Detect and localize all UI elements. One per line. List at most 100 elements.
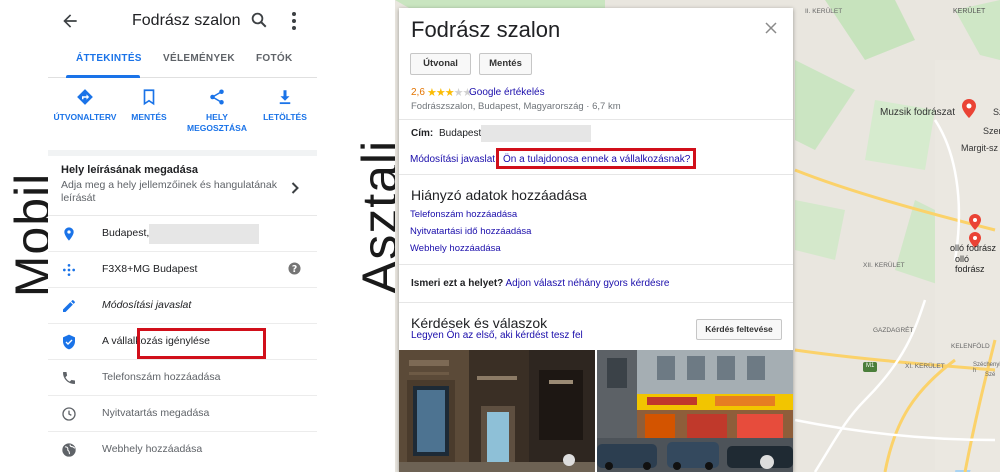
close-icon[interactable] [765, 22, 777, 34]
missing-data-heading: Hiányzó adatok hozzáadása [411, 187, 587, 203]
plus-code-row[interactable]: F3X8+MG Budapest ? [48, 252, 317, 288]
add-phone-link[interactable]: Telefonszám hozzáadása [410, 209, 517, 220]
bookmark-icon [143, 89, 155, 106]
storefront-photo-dark [399, 350, 595, 472]
save-button[interactable]: MENTÉS [116, 88, 182, 123]
map-label-margit: Margit-sz [961, 143, 999, 153]
help-icon[interactable]: ? [288, 262, 301, 275]
mobile-action-bar: ÚTVONALTERV MENTÉS HELY MEGOSZTÁSA LETÖL… [48, 78, 317, 150]
suggest-edit-text: Módosítási javaslat [102, 299, 192, 311]
divider [399, 302, 793, 303]
location-pin-icon [64, 227, 74, 241]
add-website-text: Webhely hozzáadása [102, 443, 203, 455]
mobile-top-bar: Fodrász szalon [48, 0, 317, 44]
download-label: LETÖLTÉS [263, 112, 307, 122]
address-text: Budapest, [102, 227, 150, 239]
google-reviews-link[interactable]: Google értékelés [469, 87, 545, 98]
map-label-ii: II. KERÜLET [805, 8, 843, 15]
clock-icon [62, 407, 76, 421]
more-vert-icon[interactable] [290, 11, 298, 31]
mobile-place-title: Fodrász szalon [132, 12, 241, 29]
ask-question-button[interactable]: Kérdés feltevése [696, 319, 782, 340]
desktop-redacted-address [481, 125, 591, 142]
add-phone-text: Telefonszám hozzáadása [102, 371, 221, 383]
star-icon: ★★ [427, 87, 446, 99]
highlight-claim-business [137, 328, 266, 359]
street-view-photo [597, 350, 793, 472]
download-button[interactable]: LETÖLTÉS [252, 88, 317, 123]
map-label-district: KERÜLET [953, 8, 986, 15]
desktop-place-title: Fodrász szalon [411, 17, 561, 42]
rating-stars: ★★★★★ [427, 86, 472, 99]
quick-questions-link[interactable]: Adjon választ néhány gyors kérdésre [506, 278, 670, 289]
divider [399, 264, 793, 265]
desktop-suggest-edit-link[interactable]: Módosítási javaslat [410, 154, 495, 165]
globe-icon [62, 443, 76, 457]
search-icon[interactable] [250, 11, 268, 29]
pencil-icon [63, 300, 75, 312]
add-description-row[interactable]: Hely leírásának megadása Adja meg a hely… [48, 156, 317, 216]
route-button[interactable]: Útvonal [410, 53, 471, 75]
map-label-kelenfold: KELENFÖLD [951, 343, 990, 350]
map-label-m1: M1 [866, 363, 875, 369]
add-website-link[interactable]: Webhely hozzáadása [410, 243, 501, 254]
tab-overview[interactable]: ÁTTEKINTÉS [76, 53, 142, 64]
tab-photos[interactable]: FOTÓK [256, 53, 293, 64]
map-label-xi: XI. KERÜLET [905, 363, 945, 370]
divider [399, 119, 793, 120]
place-photo-1[interactable] [399, 350, 595, 472]
address-row[interactable]: Budapest, [48, 216, 317, 252]
tab-reviews[interactable]: VÉLEMÉNYEK [163, 53, 235, 64]
rating-value: 2,6 [411, 87, 425, 98]
suggest-edit-row[interactable]: Módosítási javaslat [48, 288, 317, 324]
redacted-address [149, 224, 259, 244]
half-star-icon: ★ [444, 87, 455, 99]
share-label-line1: HELY [206, 112, 228, 122]
map-label-xii: XII. KERÜLET [863, 262, 905, 269]
place-category-location: Fodrászszalon, Budapest, Magyarország · … [411, 101, 621, 112]
know-place-label: Ismeri ezt a helyet? [411, 278, 504, 289]
save-label: MENTÉS [131, 112, 167, 122]
plus-code-text: F3X8+MG Budapest [102, 263, 198, 275]
map-label-szechenyi: Széchenyi-h [973, 362, 1000, 374]
add-phone-row[interactable]: Telefonszám hozzáadása [48, 360, 317, 396]
place-photo-2[interactable] [597, 350, 793, 472]
directions-label: ÚTVONALTERV [53, 112, 117, 122]
address-label: Cím: [411, 128, 434, 139]
add-hours-row[interactable]: Nyitvatartás megadása [48, 396, 317, 432]
map-label-sz: Sz [993, 107, 1000, 117]
highlight-owner-link [496, 148, 696, 169]
svg-text:?: ? [292, 264, 297, 275]
know-place-prompt: Ismeri ezt a helyet? Adjon választ néhán… [411, 278, 669, 289]
map-label-szent: Szent [983, 126, 1000, 136]
add-website-row[interactable]: Webhely hozzáadása [48, 432, 317, 468]
ask-first-link[interactable]: Legyen Ön az első, aki kérdést tesz fel [411, 330, 583, 341]
share-label-line2: MEGOSZTÁSA [187, 123, 247, 133]
mobile-place-panel: Fodrász szalon ÁTTEKINTÉS VÉLEMÉNYEK FOT… [48, 0, 317, 472]
add-hours-link[interactable]: Nyitvatartási idő hozzáadása [410, 226, 531, 237]
comparison-screenshot: Mobil Asztali Fodrász szalon ÁTTEKINTÉS … [0, 0, 1000, 472]
directions-button[interactable]: ÚTVONALTERV [52, 88, 118, 123]
share-icon [210, 89, 224, 105]
divider [399, 174, 793, 175]
map-label-gazdagret: GAZDAGRÉT [873, 327, 914, 334]
map-place-ollo-1[interactable]: olló fodrász [950, 243, 996, 253]
map-place-muzsik[interactable]: Muzsik fodrászat [880, 107, 955, 118]
map-place-ollo-2[interactable]: olló fodrász [955, 254, 1000, 274]
back-arrow-icon[interactable] [60, 11, 80, 31]
add-hours-text: Nyitvatartás megadása [102, 407, 210, 419]
verified-shield-icon [63, 334, 75, 350]
plus-code-icon [63, 264, 75, 276]
share-place-button[interactable]: HELY MEGOSZTÁSA [184, 88, 250, 134]
desktop-save-button[interactable]: Mentés [479, 53, 532, 75]
download-icon [279, 90, 291, 105]
desktop-place-panel: Fodrász szalon Útvonal Mentés 2,6 ★★★★★ … [399, 8, 793, 472]
desktop-address-value: Budapest, [439, 128, 485, 139]
qa-heading: Kérdések és válaszok [411, 315, 548, 331]
directions-icon [77, 89, 93, 105]
mobile-tabs: ÁTTEKINTÉS VÉLEMÉNYEK FOTÓK [48, 44, 317, 78]
add-description-title: Hely leírásának megadása [61, 164, 198, 176]
phone-icon [63, 372, 75, 384]
chevron-right-icon[interactable] [291, 182, 299, 194]
add-description-subtitle: Adja meg a hely jellemzőinek és hangulat… [61, 179, 277, 204]
